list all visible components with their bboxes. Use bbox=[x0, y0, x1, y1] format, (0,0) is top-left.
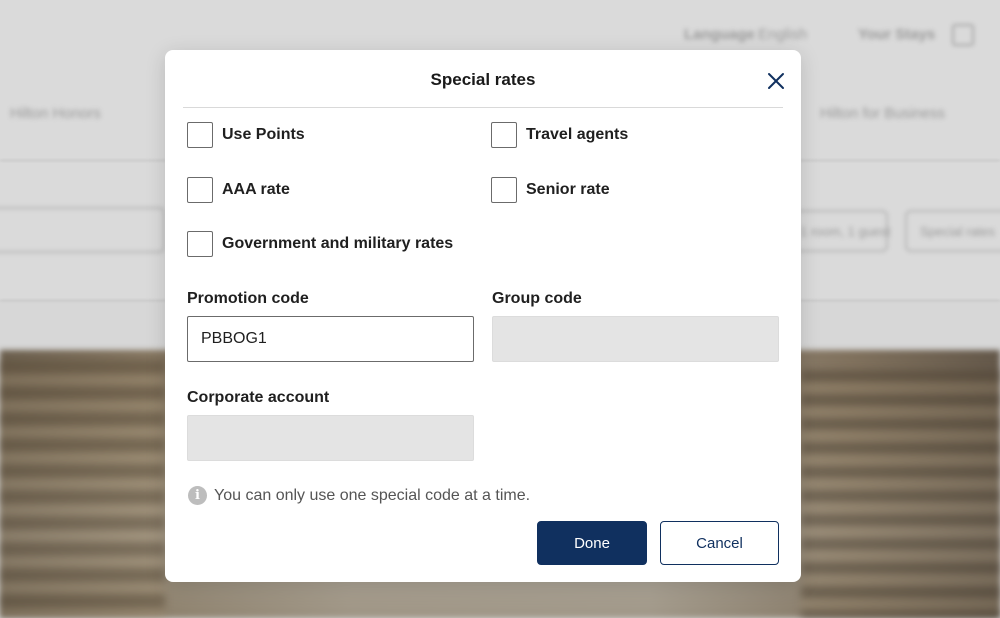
checkbox-label: AAA rate bbox=[222, 181, 290, 198]
language-value: English bbox=[758, 26, 808, 43]
info-note: i You can only use one special code at a… bbox=[188, 486, 530, 505]
government-military-checkbox[interactable]: Government and military rates bbox=[187, 231, 453, 257]
info-text: You can only use one special code at a t… bbox=[214, 486, 531, 504]
group-code-input[interactable] bbox=[492, 316, 779, 362]
special-rates-dialog: Special rates Use Points Travel agents A… bbox=[165, 50, 801, 582]
promotion-code-label: Promotion code bbox=[187, 290, 309, 307]
background-shelves-right bbox=[801, 370, 1000, 618]
aaa-rate-checkbox[interactable]: AAA rate bbox=[187, 177, 290, 203]
header-divider bbox=[183, 107, 783, 108]
checkbox-label: Senior rate bbox=[526, 181, 610, 198]
rooms-guests-text: 1 room, 1 guest bbox=[800, 224, 891, 239]
checkbox-box[interactable] bbox=[491, 177, 517, 203]
honors-menu: Hilton Honors bbox=[10, 105, 101, 122]
promotion-code-input[interactable] bbox=[187, 316, 474, 362]
background-search-field bbox=[0, 207, 165, 253]
checkbox-box[interactable] bbox=[187, 231, 213, 257]
done-button[interactable]: Done bbox=[537, 521, 647, 565]
close-icon bbox=[768, 73, 784, 89]
checkbox-label: Travel agents bbox=[526, 126, 629, 143]
travel-agents-checkbox[interactable]: Travel agents bbox=[491, 122, 628, 148]
corporate-account-label: Corporate account bbox=[187, 389, 330, 406]
special-rates-pill-text: Special rates bbox=[920, 224, 996, 239]
dialog-title: Special rates bbox=[430, 70, 536, 89]
corporate-account-input[interactable] bbox=[187, 415, 474, 461]
checkbox-label: Use Points bbox=[222, 126, 305, 143]
group-code-label: Group code bbox=[492, 290, 582, 307]
checkbox-box[interactable] bbox=[491, 122, 517, 148]
background-shelves-left bbox=[0, 360, 165, 618]
close-button[interactable] bbox=[765, 70, 787, 92]
business-link: Hilton for Business bbox=[820, 105, 946, 122]
account-icon bbox=[952, 24, 974, 46]
info-icon: i bbox=[188, 486, 207, 505]
checkbox-box[interactable] bbox=[187, 122, 213, 148]
language-label: Language bbox=[684, 26, 755, 43]
checkbox-box[interactable] bbox=[187, 177, 213, 203]
cancel-button[interactable]: Cancel bbox=[660, 521, 779, 565]
your-stays-link: Your Stays bbox=[858, 26, 936, 43]
checkbox-label: Government and military rates bbox=[222, 235, 454, 252]
use-points-checkbox[interactable]: Use Points bbox=[187, 122, 305, 148]
senior-rate-checkbox[interactable]: Senior rate bbox=[491, 177, 610, 203]
